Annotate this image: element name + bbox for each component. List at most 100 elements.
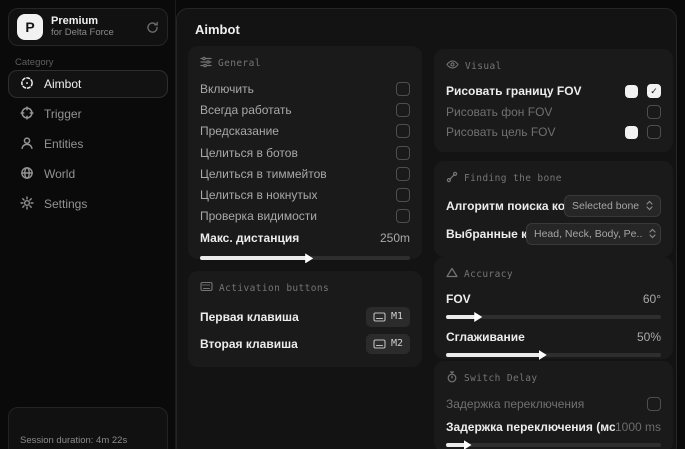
smoothing-slider[interactable] <box>446 353 661 357</box>
sliders-icon <box>200 56 212 71</box>
select-value: Selected bone <box>572 200 639 212</box>
setting-row: Целиться в нокнутых ✓ <box>200 184 410 205</box>
switch-delay-toggle-label: Задержка переключения <box>446 397 584 411</box>
second-key-button[interactable]: M2 <box>366 334 410 354</box>
section-title: Visual <box>465 61 502 72</box>
globe-icon <box>20 166 34 183</box>
sidebar-item-aimbot[interactable]: Aimbot <box>8 70 168 98</box>
keyboard-icon <box>200 281 213 295</box>
unfold-icon <box>648 228 657 239</box>
crosshair-icon <box>20 76 34 93</box>
checkbox-switch-delay[interactable]: ✓ <box>647 397 661 411</box>
brand-text: Premium for Delta Force <box>51 15 138 39</box>
visual-row: Рисовать фон FOV ✓ <box>446 102 661 123</box>
bone-setting-row: Выбранные кос Head, Neck, Body, Pe.. <box>446 221 661 246</box>
setting-label: Включить <box>200 82 254 96</box>
checkbox-prediction[interactable]: ✓ <box>396 124 410 138</box>
section-title: Accuracy <box>464 269 513 280</box>
smoothing-value: 50% <box>637 330 661 344</box>
fov-label: FOV <box>446 292 471 306</box>
slider-value: 250m <box>380 231 410 245</box>
checkbox-draw-fov-background[interactable]: ✓ <box>647 105 661 119</box>
smoothing-slider-block: Сглаживание 50% <box>446 327 661 357</box>
first-key-button[interactable]: M1 <box>366 307 410 327</box>
section-title: General <box>218 58 261 69</box>
session-card: Session duration: 4m 22s <box>8 407 168 449</box>
category-label: Category <box>15 57 54 68</box>
sidebar-item-entities[interactable]: Entities <box>8 130 168 158</box>
sidebar-item-trigger[interactable]: Trigger <box>8 100 168 128</box>
sidebar: P Premium for Delta Force Category Aimbo… <box>0 0 176 449</box>
visual-row: Рисовать границу FOV ✓ <box>446 81 661 102</box>
keybind-row: Первая клавиша M1 <box>200 303 410 330</box>
session-duration: Session duration: 4m 22s <box>20 435 127 446</box>
eye-icon <box>446 59 459 73</box>
fov-border-color-swatch[interactable] <box>625 85 638 98</box>
bone-icon <box>446 171 458 186</box>
visual-label: Рисовать цель FOV <box>446 125 556 139</box>
setting-row: Целиться в тиммейтов ✓ <box>200 163 410 184</box>
slider-label: Макс. дистанция <box>200 231 299 245</box>
setting-row: Проверка видимости ✓ <box>200 206 410 227</box>
brand-title: Premium <box>51 15 138 28</box>
switch-delay-card: Switch Delay Задержка переключения ✓ Зад… <box>434 361 673 449</box>
accuracy-header: Accuracy <box>446 267 661 281</box>
checkbox-enable[interactable]: ✓ <box>396 82 410 96</box>
setting-label: Целиться в тиммейтов <box>200 167 327 181</box>
checkbox-aim-teammates[interactable]: ✓ <box>396 167 410 181</box>
selected-bones-select[interactable]: Head, Neck, Body, Pe.. <box>526 223 661 245</box>
refresh-icon[interactable] <box>146 21 159 34</box>
setting-label: Целиться в нокнутых <box>200 188 317 202</box>
page-title: Aimbot <box>195 22 240 37</box>
switch-delay-ms-value: 1000 ms <box>615 420 661 434</box>
bone-algorithm-label: Алгоритм поиска кост <box>446 199 564 213</box>
setting-label: Целиться в ботов <box>200 146 298 160</box>
fov-slider[interactable] <box>446 315 661 319</box>
sidebar-item-label: Settings <box>44 197 87 211</box>
checkbox-visibility-check[interactable]: ✓ <box>396 209 410 223</box>
bone-algorithm-select[interactable]: Selected bone <box>564 195 661 217</box>
sidebar-item-label: Aimbot <box>44 77 81 91</box>
brand-subtitle: for Delta Force <box>51 28 138 39</box>
switch-delay-slider[interactable] <box>446 443 661 447</box>
activation-card: Activation buttons Первая клавиша M1 Вто… <box>188 271 422 367</box>
bones-header: Finding the bone <box>446 171 661 185</box>
checkbox-aim-bots[interactable]: ✓ <box>396 146 410 160</box>
checkbox-draw-fov-target[interactable]: ✓ <box>647 125 661 139</box>
visual-card: Visual Рисовать границу FOV ✓ Рисовать ф… <box>434 49 673 152</box>
setting-label: Всегда работать <box>200 103 292 117</box>
setting-label: Проверка видимости <box>200 209 317 223</box>
general-card: General Включить ✓ Всегда работать ✓ Пре… <box>188 46 422 259</box>
keybind-label: Первая клавиша <box>200 310 299 324</box>
switch-delay-ms-label: Задержка переключения (мс) <box>446 420 615 434</box>
section-title: Switch Delay <box>464 373 537 384</box>
general-header: General <box>200 56 410 70</box>
max-distance-slider[interactable] <box>200 256 410 260</box>
brand-logo: P <box>17 14 43 40</box>
triangle-icon <box>446 267 458 281</box>
setting-row: Целиться в ботов ✓ <box>200 142 410 163</box>
keybind-label: Вторая клавиша <box>200 337 298 351</box>
checkbox-always-work[interactable]: ✓ <box>396 103 410 117</box>
section-title: Finding the bone <box>464 173 562 184</box>
sidebar-item-settings[interactable]: Settings <box>8 190 168 218</box>
setting-row: Всегда работать ✓ <box>200 99 410 120</box>
gear-icon <box>20 196 34 213</box>
bones-card: Finding the bone Алгоритм поиска кост Se… <box>434 161 673 257</box>
brand-card: P Premium for Delta Force <box>8 8 168 46</box>
main-panel: Aimbot General Включить ✓ Всегда работат… <box>176 8 677 449</box>
fov-target-color-swatch[interactable] <box>625 126 638 139</box>
accuracy-card: Accuracy FOV 60° Сглаживание 50% <box>434 257 673 359</box>
switch-delay-toggle-row: Задержка переключения ✓ <box>446 393 661 415</box>
checkbox-draw-fov-border[interactable]: ✓ <box>647 84 661 98</box>
checkbox-aim-knocked[interactable]: ✓ <box>396 188 410 202</box>
unfold-icon <box>645 200 654 211</box>
sidebar-item-world[interactable]: World <box>8 160 168 188</box>
keybind-row: Вторая клавиша M2 <box>200 330 410 357</box>
smoothing-label: Сглаживание <box>446 330 525 344</box>
keybind-value: M2 <box>391 338 403 349</box>
visual-label: Рисовать фон FOV <box>446 105 552 119</box>
select-value: Head, Neck, Body, Pe.. <box>534 228 642 240</box>
stopwatch-icon <box>446 371 458 386</box>
sidebar-nav: Aimbot Trigger Entities <box>8 70 168 218</box>
